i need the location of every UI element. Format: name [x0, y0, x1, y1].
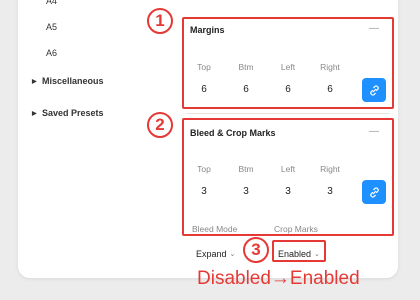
annotation-badge-2: 2: [147, 112, 173, 138]
sidebar-group-miscellaneous[interactable]: ▶ Miscellaneous: [32, 76, 104, 86]
expand-triangle-icon: ▶: [32, 110, 37, 117]
preset-sidebar: A4 A5 A6 ▶ Miscellaneous ▶ Saved Presets: [18, 0, 178, 278]
expand-triangle-icon: ▶: [32, 78, 37, 85]
annotation-box-bleed: [182, 118, 394, 236]
section-divider: [186, 113, 390, 114]
sidebar-item-label: A4: [46, 0, 58, 6]
annotation-caption: Disabled→Enabled: [197, 268, 360, 289]
sidebar-item-a5[interactable]: A5: [46, 22, 57, 32]
annotation-box-margins: [182, 17, 394, 109]
sidebar-item-label: Miscellaneous: [42, 76, 104, 86]
sidebar-item-label: A5: [46, 22, 58, 32]
annotation-badge-3: 3: [243, 237, 269, 263]
chevron-down-icon: ⌄: [229, 251, 236, 258]
bleed-mode-dropdown[interactable]: Expand ⌄: [196, 249, 235, 259]
annotation-badge-1: 1: [147, 8, 173, 34]
sidebar-item-a4[interactable]: A4: [46, 0, 57, 6]
annotation-box-crop-marks: [272, 240, 326, 262]
sidebar-group-saved-presets[interactable]: ▶ Saved Presets: [32, 108, 104, 118]
sidebar-item-a6[interactable]: A6: [46, 48, 57, 58]
sidebar-item-label: A6: [46, 48, 58, 58]
sidebar-item-label: Saved Presets: [42, 108, 104, 118]
bleed-mode-value: Expand: [196, 249, 227, 259]
